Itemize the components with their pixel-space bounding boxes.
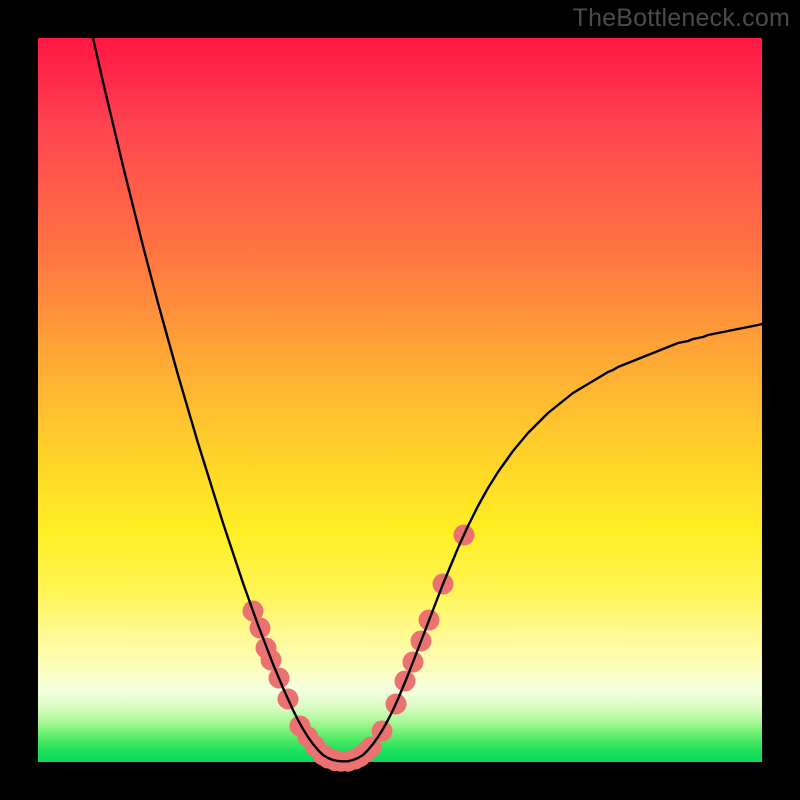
curve-svg [38, 38, 762, 762]
bottleneck-curve [93, 38, 762, 761]
watermark-text: TheBottleneck.com [573, 4, 790, 33]
highlight-markers [243, 525, 475, 772]
plot-area [38, 38, 762, 762]
chart-frame: TheBottleneck.com [0, 0, 800, 800]
